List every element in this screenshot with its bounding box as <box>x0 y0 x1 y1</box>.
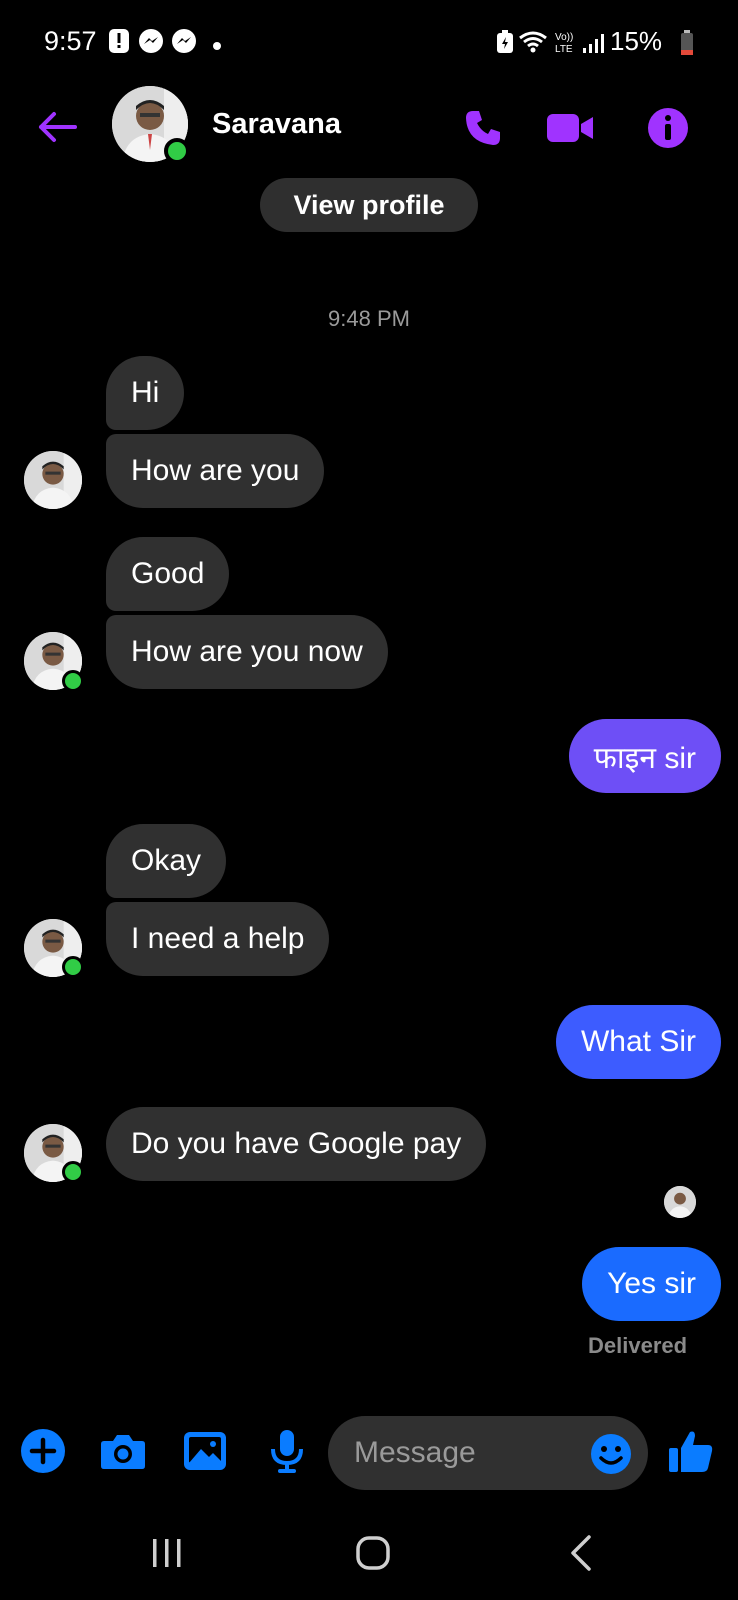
image-icon <box>184 1432 226 1470</box>
incoming-message[interactable]: I need a help <box>106 902 330 976</box>
video-call-button[interactable] <box>542 100 598 156</box>
back-icon <box>571 1535 591 1571</box>
read-receipt-avatar <box>664 1186 696 1218</box>
microphone-icon <box>271 1430 303 1473</box>
status-time: 9:57 <box>44 26 97 56</box>
messenger-icon <box>171 28 197 59</box>
video-camera-icon <box>547 114 593 142</box>
incoming-message[interactable]: How are you now <box>106 615 388 689</box>
incoming-message[interactable]: Hi <box>106 356 185 430</box>
message-timestamp: 9:48 PM <box>328 306 410 331</box>
system-back-button[interactable] <box>546 1528 616 1578</box>
home-icon <box>356 1536 390 1570</box>
like-button[interactable] <box>664 1426 718 1476</box>
online-status-dot <box>62 1161 84 1183</box>
more-actions-button[interactable] <box>18 1426 68 1476</box>
emoji-button[interactable] <box>590 1433 632 1475</box>
volte-icon: Vo)) LTE <box>554 30 578 59</box>
info-button[interactable] <box>640 100 696 156</box>
thumbs-up-icon <box>669 1431 713 1472</box>
audio-call-button[interactable] <box>455 100 511 156</box>
view-profile-button[interactable]: View profile <box>260 178 478 232</box>
battery-percent: 15% <box>610 26 663 56</box>
svg-text:LTE: LTE <box>555 44 573 54</box>
battery-saver-icon <box>496 30 514 59</box>
outgoing-message[interactable]: Yes sir <box>582 1247 721 1321</box>
phone-icon <box>466 111 500 145</box>
incoming-message[interactable]: Okay <box>106 824 227 898</box>
conversation-header: Saravana <box>0 80 738 180</box>
recent-apps-button[interactable] <box>132 1528 202 1578</box>
camera-button[interactable] <box>98 1426 148 1476</box>
online-status-dot <box>62 956 84 978</box>
plus-icon <box>21 1429 65 1473</box>
voice-record-button[interactable] <box>262 1426 312 1476</box>
svg-text:Vo)): Vo)) <box>555 32 573 43</box>
battery-icon <box>680 30 694 61</box>
incoming-message[interactable]: Good <box>106 537 230 611</box>
delivery-status: Delivered <box>588 1333 688 1358</box>
dot-icon <box>212 38 222 56</box>
outgoing-message[interactable]: What Sir <box>555 1005 721 1079</box>
outgoing-message[interactable]: फाइन sir <box>568 719 721 793</box>
online-status-dot <box>62 670 84 692</box>
camera-icon <box>101 1435 145 1469</box>
incoming-message[interactable]: How are you <box>106 434 325 508</box>
alert-icon <box>108 28 130 59</box>
info-icon <box>648 108 688 148</box>
status-bar: 9:57 Vo)) LTE 15% <box>0 0 738 80</box>
online-status-dot <box>164 138 190 164</box>
incoming-message[interactable]: Do you have Google pay <box>106 1107 487 1181</box>
messenger-icon <box>138 28 164 59</box>
home-button[interactable] <box>338 1528 408 1578</box>
emoji-icon <box>591 1434 631 1474</box>
wifi-icon <box>518 30 548 59</box>
contact-name[interactable]: Saravana <box>212 108 341 141</box>
back-button[interactable] <box>30 100 84 154</box>
arrow-left-icon <box>39 112 77 142</box>
gallery-button[interactable] <box>180 1426 230 1476</box>
signal-icon <box>582 32 604 59</box>
contact-avatar-small <box>24 451 82 509</box>
recent-apps-icon <box>153 1539 181 1567</box>
